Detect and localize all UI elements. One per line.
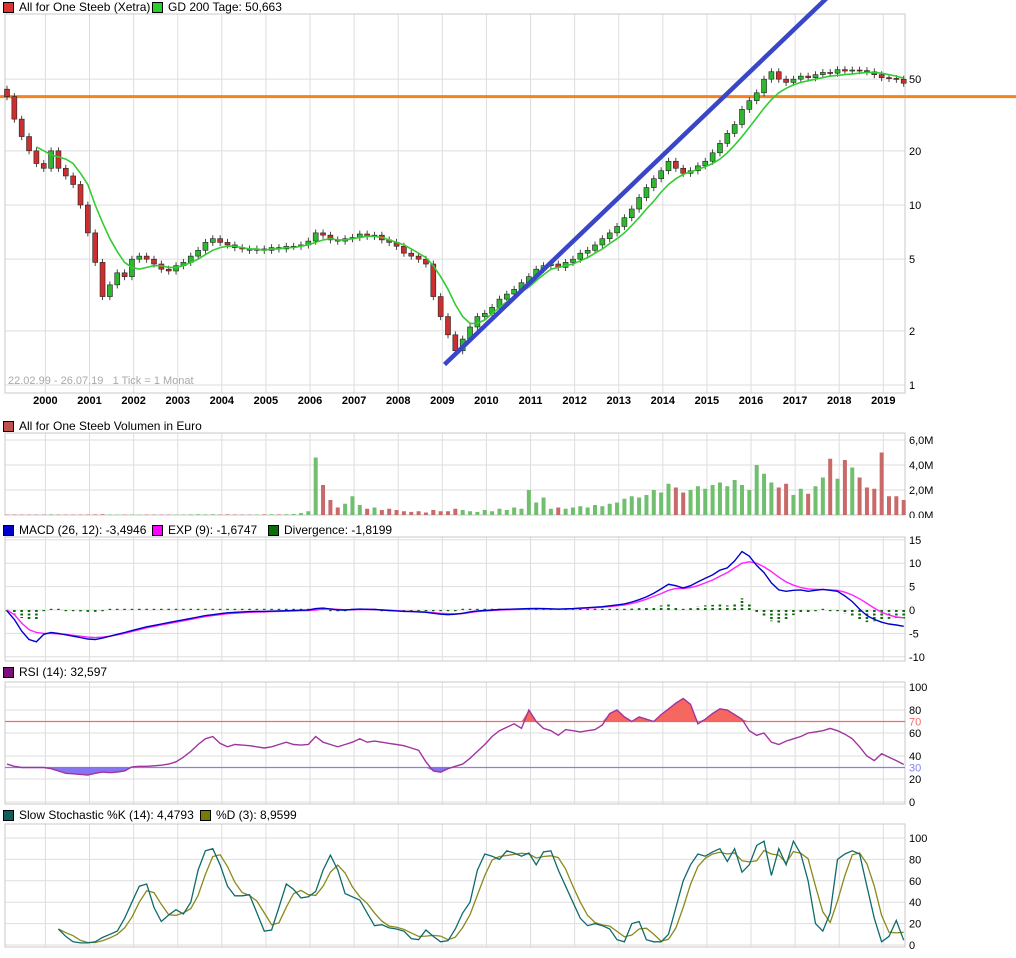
axis-tick-label: 0 (909, 940, 915, 952)
exp-swatch-icon (152, 525, 163, 536)
x-axis-year-label: 2012 (562, 395, 587, 407)
stochastic-d-legend-label: %D (3): 8,9599 (216, 808, 297, 822)
x-axis-year-label: 2006 (297, 395, 323, 407)
axis-tick-label: 10 (909, 558, 921, 570)
axis-tick-label: 2,0M (909, 485, 933, 497)
volume-chart[interactable]: 6,0M 4,0M 2,0M 0,0M (0, 430, 1016, 518)
axis-tick-label: 1 (909, 380, 915, 392)
divergence-legend-item: Divergence: -1,8199 (268, 524, 392, 537)
x-axis-year-label: 2009 (430, 395, 455, 407)
exp-legend-label: EXP (9): -1,6747 (168, 523, 258, 537)
price-legend-item: All for One Steeb (Xetra) (3, 1, 150, 14)
stochastic-chart[interactable]: 100 80 60 40 20 0 (0, 820, 1016, 958)
rsi-legend-row: RSI (14): 32,597 (0, 666, 1016, 679)
divergence-legend-label: Divergence: -1,8199 (284, 523, 393, 537)
axis-tick-label: 20 (909, 146, 921, 158)
axis-tick-label: 70 (909, 717, 921, 729)
gd200-legend-label: GD 200 Tage: 50,663 (168, 0, 282, 14)
x-axis-year-labels: 2000 2001 2002 2003 2004 2005 2006 2007 2008 2009… (0, 395, 1016, 409)
macd-legend-row: MACD (26, 12): -3,4946 EXP (9): -1,6747 … (0, 524, 1016, 537)
macd-legend-item: MACD (26, 12): -3,4946 (3, 524, 146, 537)
rsi-swatch-icon (3, 667, 14, 678)
x-axis-year-label: 2017 (782, 395, 808, 407)
x-axis-year-label: 2014 (650, 395, 676, 407)
volume-legend-row: All for One Steeb Volumen in Euro (0, 420, 1016, 433)
stochastic-k-legend-label: Slow Stochastic %K (14): 4,4793 (19, 808, 194, 822)
axis-tick-label: 80 (909, 854, 921, 866)
axis-tick-label: 0 (909, 605, 915, 617)
axis-tick-label: 0 (909, 797, 915, 806)
date-range-note: 22.02.99 - 26.07.19 1 Tick = 1 Monat (8, 375, 194, 387)
rsi-legend-item: RSI (14): 32,597 (3, 666, 107, 679)
volume-legend-label: All for One Steeb Volumen in Euro (19, 419, 202, 433)
x-axis-year-label: 2019 (871, 395, 896, 407)
price-swatch-icon (3, 2, 14, 13)
price-legend-label: All for One Steeb (Xetra) (19, 0, 151, 14)
axis-tick-label: 10 (909, 200, 921, 212)
axis-tick-label: 100 (909, 833, 927, 845)
exp-legend-item: EXP (9): -1,6747 (152, 524, 257, 537)
macd-swatch-icon (3, 525, 14, 536)
axis-tick-label: 40 (909, 897, 921, 909)
macd-legend-label: MACD (26, 12): -3,4946 (19, 523, 147, 537)
axis-tick-label: -5 (909, 628, 919, 640)
divergence-swatch-icon (268, 525, 279, 536)
axis-tick-label: 20 (909, 919, 921, 931)
axis-tick-label: 50 (909, 74, 921, 86)
chart-page: 50 20 10 5 2 1 6,0M 4,0M 2,0M 0,0M 15 10 5 0 -5 -10 1… (0, 0, 1016, 958)
x-axis-year-label: 2002 (121, 395, 146, 407)
axis-tick-label: 4,0M (909, 460, 933, 472)
x-axis-year-label: 2005 (253, 395, 279, 407)
x-axis-year-label: 2007 (341, 395, 367, 407)
axis-tick-label: 30 (909, 763, 921, 775)
stochastic-d-legend-item: %D (3): 8,9599 (200, 809, 297, 822)
axis-tick-label: 0,0M (909, 510, 933, 518)
axis-tick-label: 6,0M (909, 435, 933, 447)
x-axis-year-label: 2004 (209, 395, 235, 407)
price-legend-row: All for One Steeb (Xetra) GD 200 Tage: 5… (0, 1, 1016, 14)
volume-legend-item: All for One Steeb Volumen in Euro (3, 420, 202, 433)
x-axis-year-label: 2016 (738, 395, 764, 407)
axis-tick-label: 40 (909, 751, 921, 763)
x-axis-year-label: 2008 (385, 395, 411, 407)
axis-tick-label: 2 (909, 326, 915, 338)
rsi-legend-label: RSI (14): 32,597 (19, 665, 108, 679)
x-axis-year-label: 2013 (606, 395, 631, 407)
axis-tick-label: 100 (909, 682, 927, 694)
x-axis-year-label: 2003 (165, 395, 190, 407)
axis-tick-label: 60 (909, 876, 921, 888)
rsi-chart[interactable]: 100 807060 403020 0 (0, 680, 1016, 806)
volume-swatch-icon (3, 421, 14, 432)
stochastic-legend-row: Slow Stochastic %K (14): 4,4793 %D (3): … (0, 809, 1016, 822)
macd-chart[interactable]: 151050-5-10 (0, 535, 1016, 662)
stochastic-k-legend-item: Slow Stochastic %K (14): 4,4793 (3, 809, 194, 822)
gd200-legend-item: GD 200 Tage: 50,663 (152, 1, 282, 14)
x-axis-year-label: 2018 (826, 395, 852, 407)
axis-tick-label: 80 (909, 705, 921, 717)
stochastic-d-swatch-icon (200, 810, 211, 821)
x-axis-year-label: 2000 (33, 395, 58, 407)
axis-tick-label: 5 (909, 254, 915, 266)
x-axis-year-label: 2015 (694, 395, 720, 407)
axis-tick-label: 60 (909, 728, 921, 740)
x-axis-year-label: 2001 (77, 395, 102, 407)
gd200-swatch-icon (152, 2, 163, 13)
axis-tick-label: 5 (909, 582, 915, 594)
stochastic-k-swatch-icon (3, 810, 14, 821)
axis-tick-label: -10 (909, 652, 925, 662)
axis-tick-label: 20 (909, 774, 921, 786)
price-chart[interactable]: 50 20 10 5 2 1 (0, 0, 1016, 394)
x-axis-year-label: 2010 (474, 395, 499, 407)
x-axis-year-label: 2011 (518, 395, 543, 407)
